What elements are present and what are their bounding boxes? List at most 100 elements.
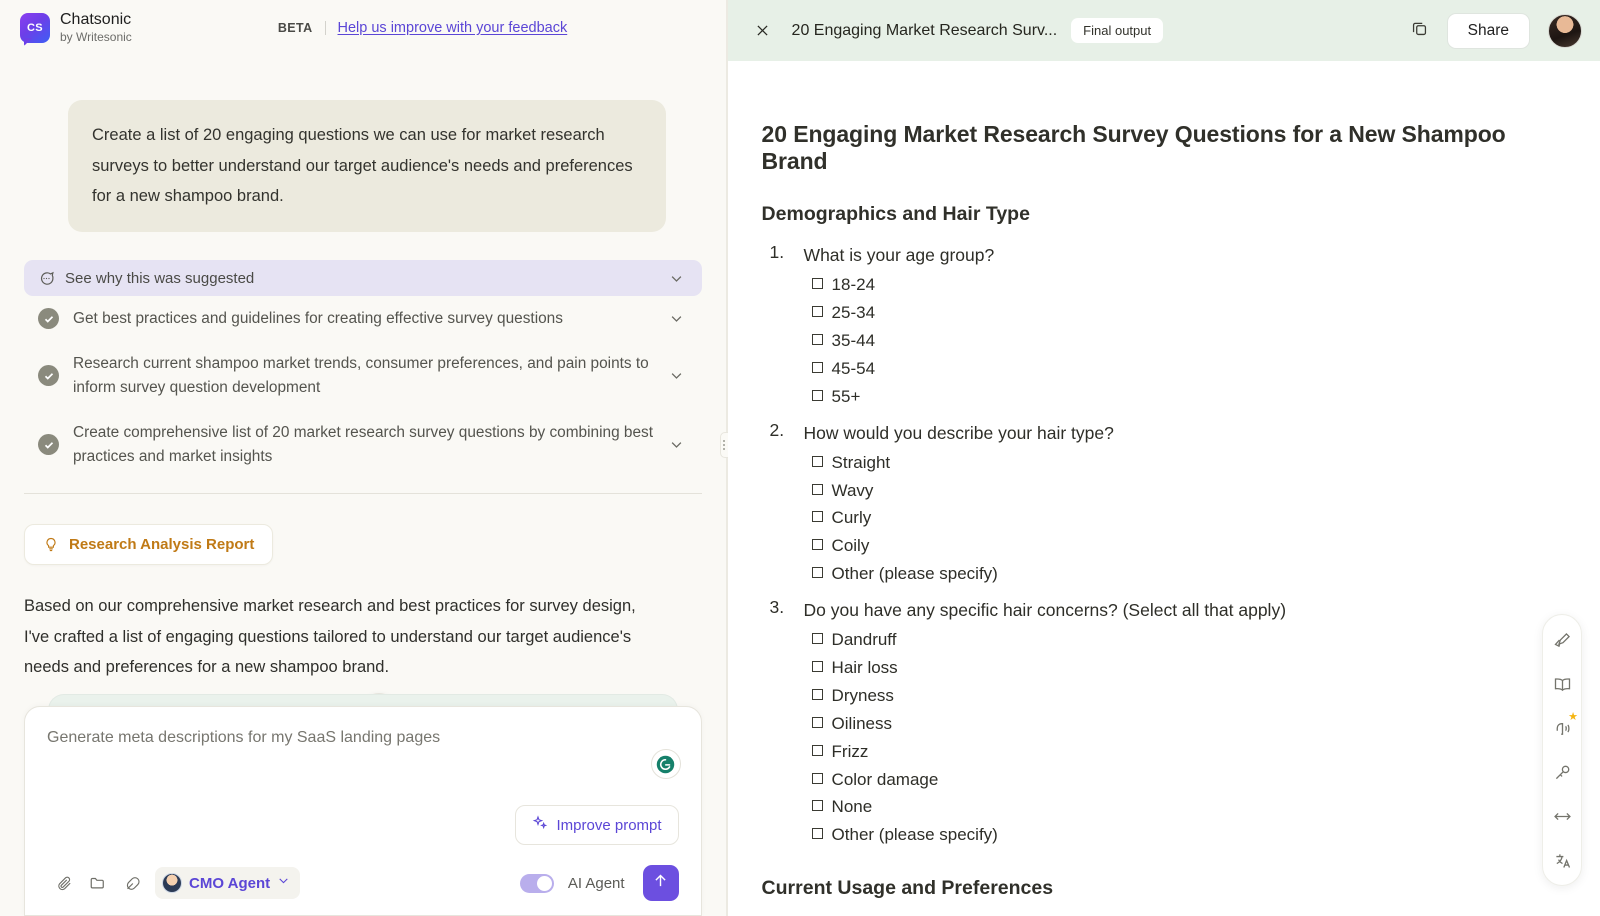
question-text: What is your age group? [803,245,995,265]
survey-question: What is your age group? 18-24 25-34 35-4… [762,242,1510,411]
check-circle-icon [38,308,59,330]
option-label: Straight [831,452,891,472]
option-label: 35-44 [831,330,876,350]
ai-agent-label: AI Agent [567,874,625,892]
option-item[interactable]: 55+ [804,383,1510,411]
document-content: 20 Engaging Market Research Survey Quest… [728,61,1600,916]
question-text: Do you have any specific hair concerns? … [803,600,1287,620]
app-header: CS Chatsonic by Writesonic BETA Help us … [0,0,726,56]
option-item[interactable]: Oiliness [804,710,1510,738]
chat-bubble-icon [38,270,55,287]
checkbox-icon[interactable] [811,688,823,700]
beta-badge: BETA [277,21,313,35]
checkbox-icon[interactable] [811,511,823,523]
ai-agent-toggle[interactable] [519,873,554,893]
close-icon[interactable] [750,18,776,44]
research-analysis-report-chip[interactable]: Research Analysis Report [24,524,274,566]
checkbox-icon[interactable] [811,361,823,373]
option-item[interactable]: None [804,793,1510,821]
lightbulb-icon [43,536,59,553]
agent-avatar [162,873,182,893]
see-why-suggested-bar[interactable]: See why this was suggested [24,260,702,297]
option-list: Dandruff Hair loss Dryness Oiliness Friz… [804,626,1510,849]
user-avatar[interactable] [1548,13,1582,48]
checkbox-icon[interactable] [811,333,823,345]
checkbox-icon[interactable] [811,278,823,290]
chevron-down-icon[interactable] [669,437,684,452]
checkbox-icon[interactable] [811,828,823,840]
option-item[interactable]: 25-34 [804,299,1510,327]
checkbox-icon[interactable] [811,800,823,812]
star-badge-icon: ★ [1568,711,1578,723]
beta-group: BETA Help us improve with your feedback [278,20,567,36]
option-item[interactable]: Wavy [804,477,1510,505]
improve-prompt-button[interactable]: Improve prompt [514,805,679,845]
feather-icon[interactable] [115,866,149,900]
resize-horizontal-icon[interactable] [1550,804,1574,828]
option-label: Wavy [831,480,874,500]
option-item[interactable]: 35-44 [804,327,1510,355]
chevron-down-icon[interactable] [669,311,684,326]
option-item[interactable]: Hair loss [804,654,1510,682]
survey-question-list: What is your age group? 18-24 25-34 35-4… [762,242,1510,849]
check-circle-icon [38,434,59,456]
book-icon[interactable] [1550,672,1574,696]
checkbox-icon[interactable] [811,389,823,401]
listen-icon[interactable]: ★ [1550,712,1578,740]
brand-subtitle: by Writesonic [60,29,132,44]
task-item[interactable]: Create comprehensive list of 20 market r… [24,410,702,479]
message-composer[interactable]: Generate meta descriptions for my SaaS l… [24,706,702,916]
option-item[interactable]: Curly [804,504,1510,532]
option-label: Other (please specify) [831,825,998,845]
microphone-icon[interactable] [1550,760,1574,784]
checkbox-icon[interactable] [811,772,823,784]
option-item[interactable]: Color damage [804,766,1510,794]
sparkle-icon [532,815,548,835]
copy-icon[interactable] [1410,19,1429,43]
option-item[interactable]: Dandruff [804,626,1510,654]
option-list: Straight Wavy Curly Coily Other (please … [804,449,1510,588]
option-item[interactable]: Other (please specify) [804,560,1510,588]
send-button[interactable] [642,865,679,901]
option-label: Frizz [831,741,869,761]
option-label: 25-34 [831,303,876,322]
option-item[interactable]: Dryness [804,682,1510,710]
option-item[interactable]: Straight [804,449,1510,477]
attach-icon[interactable] [47,866,81,900]
checkbox-icon[interactable] [811,744,823,756]
checkbox-icon[interactable] [811,567,823,579]
improve-prompt-label: Improve prompt [556,816,662,834]
feedback-link[interactable]: Help us improve with your feedback [338,20,568,36]
document-panel: 20 Engaging Market Research Surv... Fina… [727,0,1600,916]
option-item[interactable]: Frizz [804,738,1510,766]
option-item[interactable]: 45-54 [804,355,1510,383]
brush-icon[interactable] [1550,628,1574,652]
option-item[interactable]: 18-24 [804,271,1510,299]
checkbox-icon[interactable] [811,716,823,728]
checkbox-icon[interactable] [811,306,823,317]
checkbox-icon[interactable] [811,483,823,495]
task-item[interactable]: Research current shampoo market trends, … [24,341,702,410]
logo-text: CS [27,22,43,34]
chevron-down-icon[interactable] [669,368,684,383]
prompt-input[interactable]: Generate meta descriptions for my SaaS l… [47,729,679,747]
checkbox-icon[interactable] [811,455,823,467]
checkbox-icon[interactable] [811,539,823,551]
agent-selector-chip[interactable]: CMO Agent [155,867,301,899]
chevron-down-icon[interactable] [669,271,684,286]
checkbox-icon[interactable] [811,661,823,672]
folder-icon[interactable] [81,866,115,900]
share-button[interactable]: Share [1446,12,1530,49]
option-label: None [831,797,873,817]
task-item[interactable]: Get best practices and guidelines for cr… [24,296,702,341]
composer-right-controls: AI Agent [519,865,679,901]
option-item[interactable]: Coily [804,532,1510,560]
grammarly-icon[interactable] [650,749,681,779]
chatsonic-logo: CS [20,13,50,43]
option-label: Dryness [831,685,894,705]
checkbox-icon[interactable] [811,633,823,645]
option-item[interactable]: Other (please specify) [804,821,1510,849]
translate-icon[interactable] [1550,848,1574,872]
task-label: Get best practices and guidelines for cr… [73,310,563,328]
chat-scroll-area[interactable]: Create a list of 20 engaging questions w… [0,56,726,694]
